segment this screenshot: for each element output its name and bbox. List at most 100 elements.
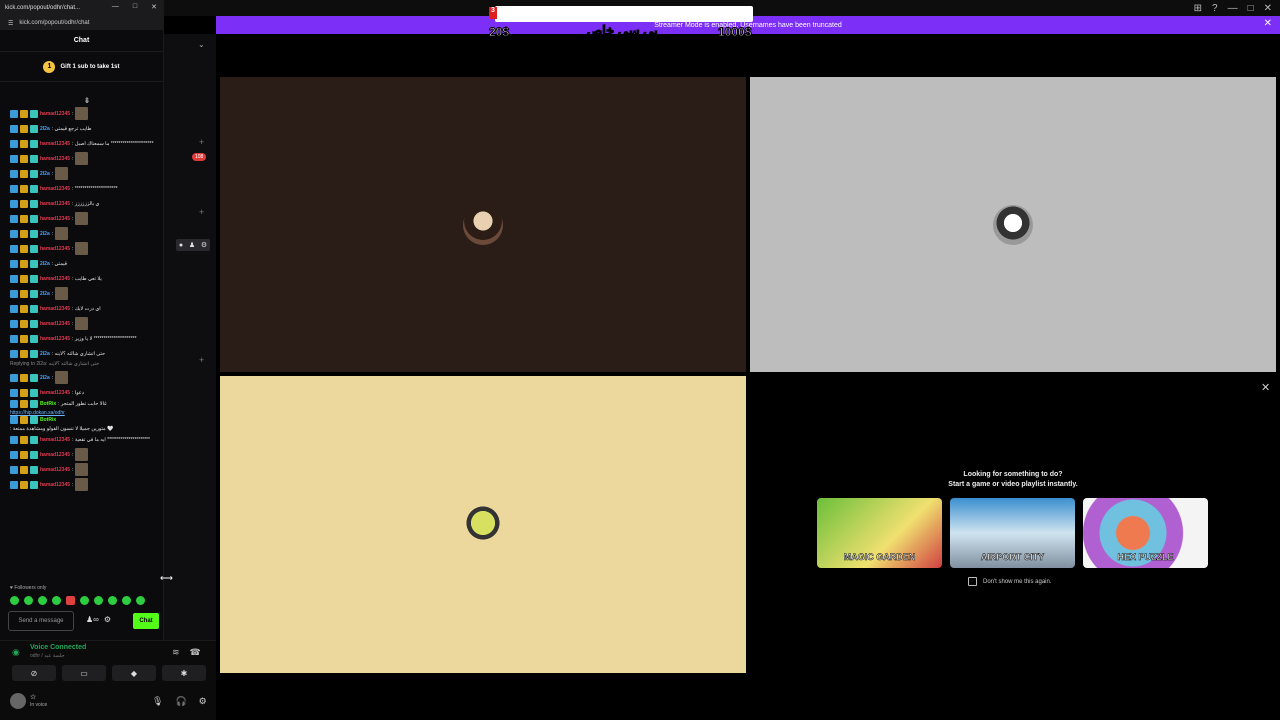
noise-suppression-icon[interactable]: ≋ <box>172 647 180 658</box>
chat-message[interactable]: hamad12345: <box>10 477 164 492</box>
close-icon[interactable]: ✕ <box>151 3 157 11</box>
minimize-icon[interactable]: — <box>112 3 119 11</box>
emote-icon[interactable] <box>108 596 117 605</box>
address-bar[interactable]: ☰ kick.com/popout/odhr/chat <box>0 16 163 30</box>
chat-username[interactable]: hamad12345 <box>40 437 70 443</box>
disconnect-icon[interactable]: ☎ <box>190 647 201 658</box>
video-tile[interactable] <box>220 376 746 673</box>
chat-message[interactable]: 2l2a: طايب ترجع قيمتي <box>10 121 164 136</box>
chat-username[interactable]: hamad12345 <box>40 482 70 488</box>
chat-send-button[interactable]: Chat <box>133 613 159 629</box>
chat-username[interactable]: hamad12345 <box>40 321 70 327</box>
video-tile[interactable] <box>750 77 1276 372</box>
user-panel[interactable]: ☆ In voice 🎙 🎧 ⚙ <box>10 691 210 715</box>
chat-message[interactable]: BotRix: متورين جميلا لا تنسون الفولو ومش… <box>10 416 164 432</box>
chat-message[interactable]: 2l2a: <box>10 286 164 301</box>
voice-status[interactable]: Voice Connected <box>30 644 86 651</box>
avatar[interactable] <box>10 693 26 709</box>
emote-icon[interactable] <box>10 596 19 605</box>
site-info-icon[interactable]: ☰ <box>8 20 13 27</box>
chat-username[interactable]: hamad12345 <box>40 390 70 396</box>
headphones-icon[interactable]: 🎧 <box>175 696 186 707</box>
chat-message[interactable]: hamad12345: اي درت لايك <box>10 301 164 316</box>
microphone-icon[interactable]: 🎙 <box>152 696 163 707</box>
chat-message[interactable]: hamad12345: ********************** <box>10 181 164 196</box>
chat-username[interactable]: hamad12345 <box>40 156 70 162</box>
video-tile[interactable] <box>220 77 746 372</box>
chat-username[interactable]: 2l2a <box>40 171 50 177</box>
chat-username[interactable]: hamad12345 <box>40 336 70 342</box>
emote-icon[interactable] <box>122 596 131 605</box>
chat-message-list[interactable]: ⇟ hamad12345:2l2a: طايب ترجع قيمتي hamad1… <box>0 96 164 556</box>
help-icon[interactable]: ? <box>1212 3 1218 14</box>
emote-icon[interactable] <box>66 596 75 605</box>
chat-message[interactable]: 2l2a: <box>10 166 164 181</box>
chat-username[interactable]: 2l2a <box>40 375 50 381</box>
activity-card[interactable]: AIRPORT CITY <box>950 498 1075 568</box>
emote-icon[interactable] <box>24 596 33 605</box>
chat-message[interactable]: hamad12345: <box>10 211 164 226</box>
chat-message[interactable]: hamad12345: <box>10 106 164 121</box>
chat-message[interactable]: hamad12345: لا يا وزير *****************… <box>10 331 164 346</box>
dont-show-again[interactable]: Don't show me this again. <box>968 577 1052 586</box>
emote-icon[interactable] <box>38 596 47 605</box>
activity-button[interactable]: ◆ <box>112 665 156 681</box>
emote-icon[interactable] <box>80 596 89 605</box>
chat-message[interactable]: 2l2a: <box>10 370 164 385</box>
plus-icon[interactable]: + <box>199 137 204 147</box>
chat-username[interactable]: hamad12345 <box>40 216 70 222</box>
chat-message[interactable]: hamad12345: دعوا <box>10 385 164 400</box>
chat-message[interactable]: hamad12345: <box>10 316 164 331</box>
chat-username[interactable]: hamad12345 <box>40 186 70 192</box>
voice-channel-actions[interactable]: ● ♟ ⚙ <box>176 239 210 251</box>
close-icon[interactable]: ✕ <box>1264 3 1272 14</box>
screen-share-button[interactable]: ▭ <box>62 665 106 681</box>
chat-username[interactable]: hamad12345 <box>40 246 70 252</box>
chat-username[interactable]: hamad12345 <box>40 141 70 147</box>
chat-message[interactable]: hamad12345: يلا تعي طايب <box>10 271 164 286</box>
emote-icon[interactable] <box>94 596 103 605</box>
maximize-icon[interactable]: □ <box>1248 3 1254 14</box>
chat-username[interactable]: hamad12345 <box>40 452 70 458</box>
close-icon[interactable]: ✕ <box>1261 381 1270 394</box>
people-icon[interactable]: ♟∞ <box>86 615 99 624</box>
gear-icon[interactable]: ⚙ <box>199 696 207 707</box>
chat-bubble-icon[interactable]: ● <box>179 242 183 249</box>
chat-message[interactable]: 2l2a: قيمتي <box>10 256 164 271</box>
chat-username[interactable]: hamad12345 <box>40 111 70 117</box>
chat-username[interactable]: hamad12345 <box>40 306 70 312</box>
chat-message[interactable]: hamad12345: ما سمعناك اصبل *************… <box>10 136 164 151</box>
emote-bar[interactable] <box>10 596 145 605</box>
activity-card[interactable]: HEX PUZZLE <box>1083 498 1208 568</box>
chat-username[interactable]: 2l2a <box>40 351 50 357</box>
chat-message[interactable]: 2l2a: حتى اتشاري شالته ؟لاينه <box>10 346 164 361</box>
chat-username[interactable]: hamad12345 <box>40 276 70 282</box>
chat-message[interactable]: hamad12345: ايه ما في تقعية ************… <box>10 432 164 447</box>
camera-off-button[interactable]: ⊘ <box>12 665 56 681</box>
maximize-icon[interactable]: □ <box>133 3 137 11</box>
chat-message[interactable]: 2l2a: <box>10 226 164 241</box>
scroll-to-bottom-icon[interactable]: ⇟ <box>10 96 164 106</box>
activity-card[interactable]: MAGIC GARDEN <box>817 498 942 568</box>
chat-message[interactable]: hamad12345: <box>10 462 164 477</box>
chat-username[interactable]: hamad12345 <box>40 467 70 473</box>
chevron-down-icon[interactable]: ⌄ <box>198 40 205 49</box>
chat-username[interactable]: 2l2a <box>40 291 50 297</box>
gear-icon[interactable]: ⚙ <box>104 615 111 624</box>
inbox-icon[interactable]: ⊞ <box>1194 3 1202 14</box>
chat-username[interactable]: 2l2a <box>40 126 50 132</box>
minimize-icon[interactable]: — <box>1228 3 1238 14</box>
chat-message-input[interactable]: Send a message <box>8 611 74 631</box>
chat-message[interactable]: hamad12345: <box>10 447 164 462</box>
people-icon[interactable]: ♟ <box>189 241 195 249</box>
chat-username[interactable]: BotRix <box>40 417 56 423</box>
soundboard-button[interactable]: ✱ <box>162 665 206 681</box>
chat-message[interactable]: hamad12345: <box>10 151 164 166</box>
chat-username[interactable]: 2l2a <box>40 261 50 267</box>
plus-icon[interactable]: + <box>199 355 204 365</box>
gear-icon[interactable]: ⚙ <box>201 241 207 249</box>
chat-username[interactable]: BotRix <box>40 401 56 407</box>
gift-sub-banner[interactable]: 1 Gift 1 sub to take 1st <box>0 52 163 82</box>
chat-username[interactable]: 2l2a <box>40 231 50 237</box>
chat-message[interactable]: hamad12345: <box>10 241 164 256</box>
